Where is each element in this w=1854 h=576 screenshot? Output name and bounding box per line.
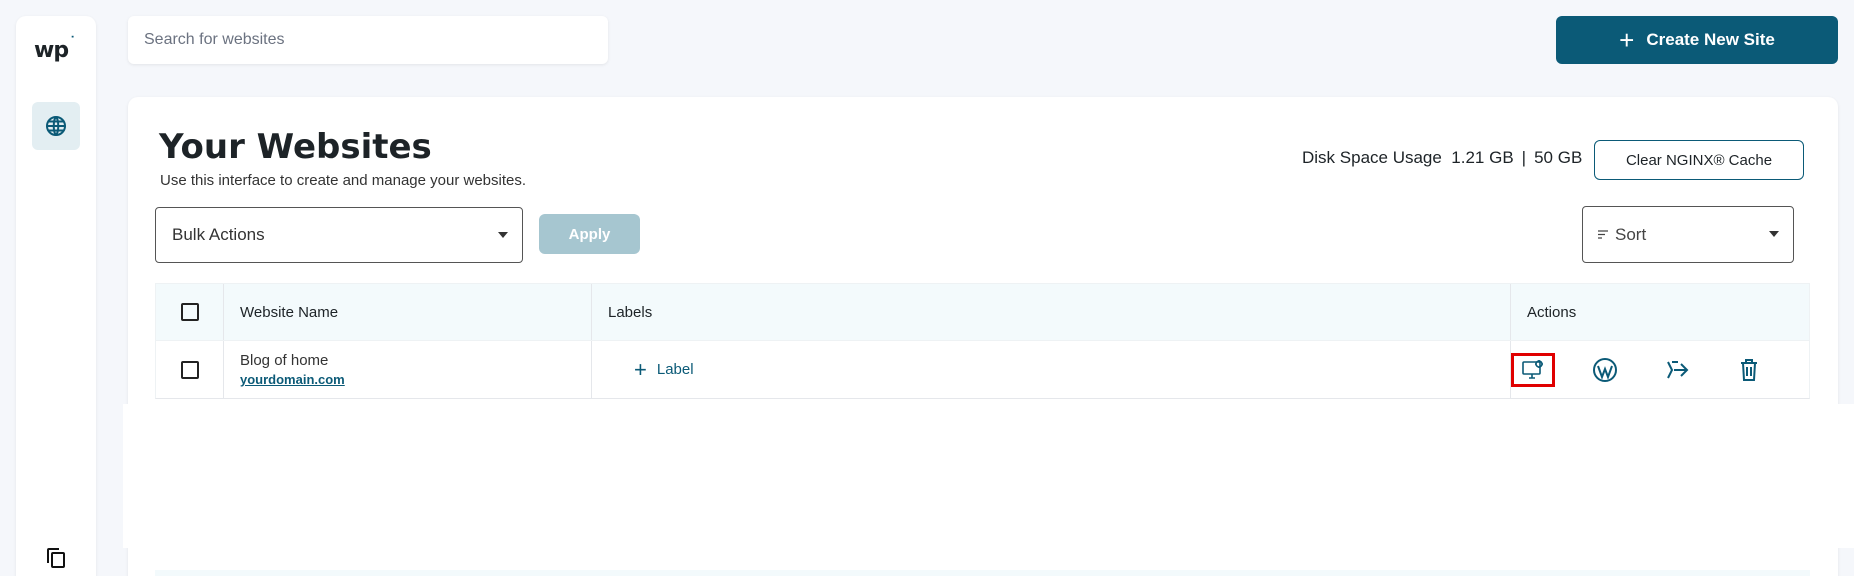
sort-select[interactable]: Sort: [1582, 206, 1794, 263]
copy-icon: [47, 548, 65, 568]
trash-icon: [1741, 358, 1757, 381]
disk-usage-label: Disk Space Usage: [1302, 148, 1442, 167]
header-actions: Actions: [1527, 303, 1577, 321]
nav-websites[interactable]: [32, 102, 80, 150]
disk-usage: Disk Space Usage 1.21 GB | 50 GB: [1302, 148, 1583, 167]
migrate-icon: [1667, 360, 1689, 378]
add-label-button[interactable]: + Label: [634, 356, 694, 382]
header-website-name: Website Name: [240, 303, 339, 321]
migrate-site-button[interactable]: [1655, 353, 1699, 387]
sort-label: Sort: [1615, 224, 1647, 244]
manage-site-icon: [1522, 359, 1543, 379]
sort-icon: [1598, 229, 1608, 239]
caret-down-icon: [1769, 231, 1779, 237]
sidebar: wp˙: [16, 16, 96, 576]
page-title: Your Websites: [159, 127, 432, 167]
caret-down-icon: [498, 232, 508, 238]
search-input[interactable]: [128, 16, 608, 64]
disk-usage-used: 1.21 GB: [1451, 148, 1514, 167]
row-actions: [1511, 341, 1809, 398]
table-row: Blog of home yourdomain.com + Label: [155, 341, 1810, 399]
websites-table: Website Name Labels Actions Blog of home…: [155, 283, 1810, 399]
nav-copy[interactable]: [44, 546, 68, 570]
page-subtitle: Use this interface to create and manage …: [160, 172, 527, 189]
site-name: Blog of home: [240, 352, 329, 369]
bulk-actions-label: Bulk Actions: [172, 225, 265, 244]
bulk-actions-select[interactable]: Bulk Actions: [155, 207, 523, 263]
clear-nginx-cache-button[interactable]: Clear NGINX® Cache: [1594, 140, 1804, 180]
create-new-site-label: Create New Site: [1646, 30, 1775, 49]
create-new-site-button[interactable]: + Create New Site: [1556, 16, 1838, 64]
wordpress-icon: [1593, 357, 1617, 382]
add-label-text: Label: [656, 361, 694, 378]
table-footer-strip: [155, 570, 1810, 576]
wp-logo: wp˙: [34, 35, 76, 63]
wp-admin-button[interactable]: [1583, 353, 1627, 387]
disk-usage-total: 50 GB: [1534, 148, 1583, 167]
loading-overlay: [123, 404, 1854, 548]
apply-button[interactable]: Apply: [539, 214, 640, 254]
manage-site-button[interactable]: [1511, 352, 1555, 387]
row-checkbox[interactable]: [180, 360, 199, 379]
plus-icon: +: [1619, 25, 1635, 55]
site-domain-link[interactable]: yourdomain.com: [240, 372, 591, 387]
plus-icon: +: [634, 356, 647, 382]
table-header: Website Name Labels Actions: [155, 283, 1810, 341]
delete-site-button[interactable]: [1727, 353, 1771, 387]
select-all-checkbox[interactable]: [180, 303, 199, 321]
globe-icon: [46, 116, 66, 136]
header-labels: Labels: [608, 303, 653, 321]
